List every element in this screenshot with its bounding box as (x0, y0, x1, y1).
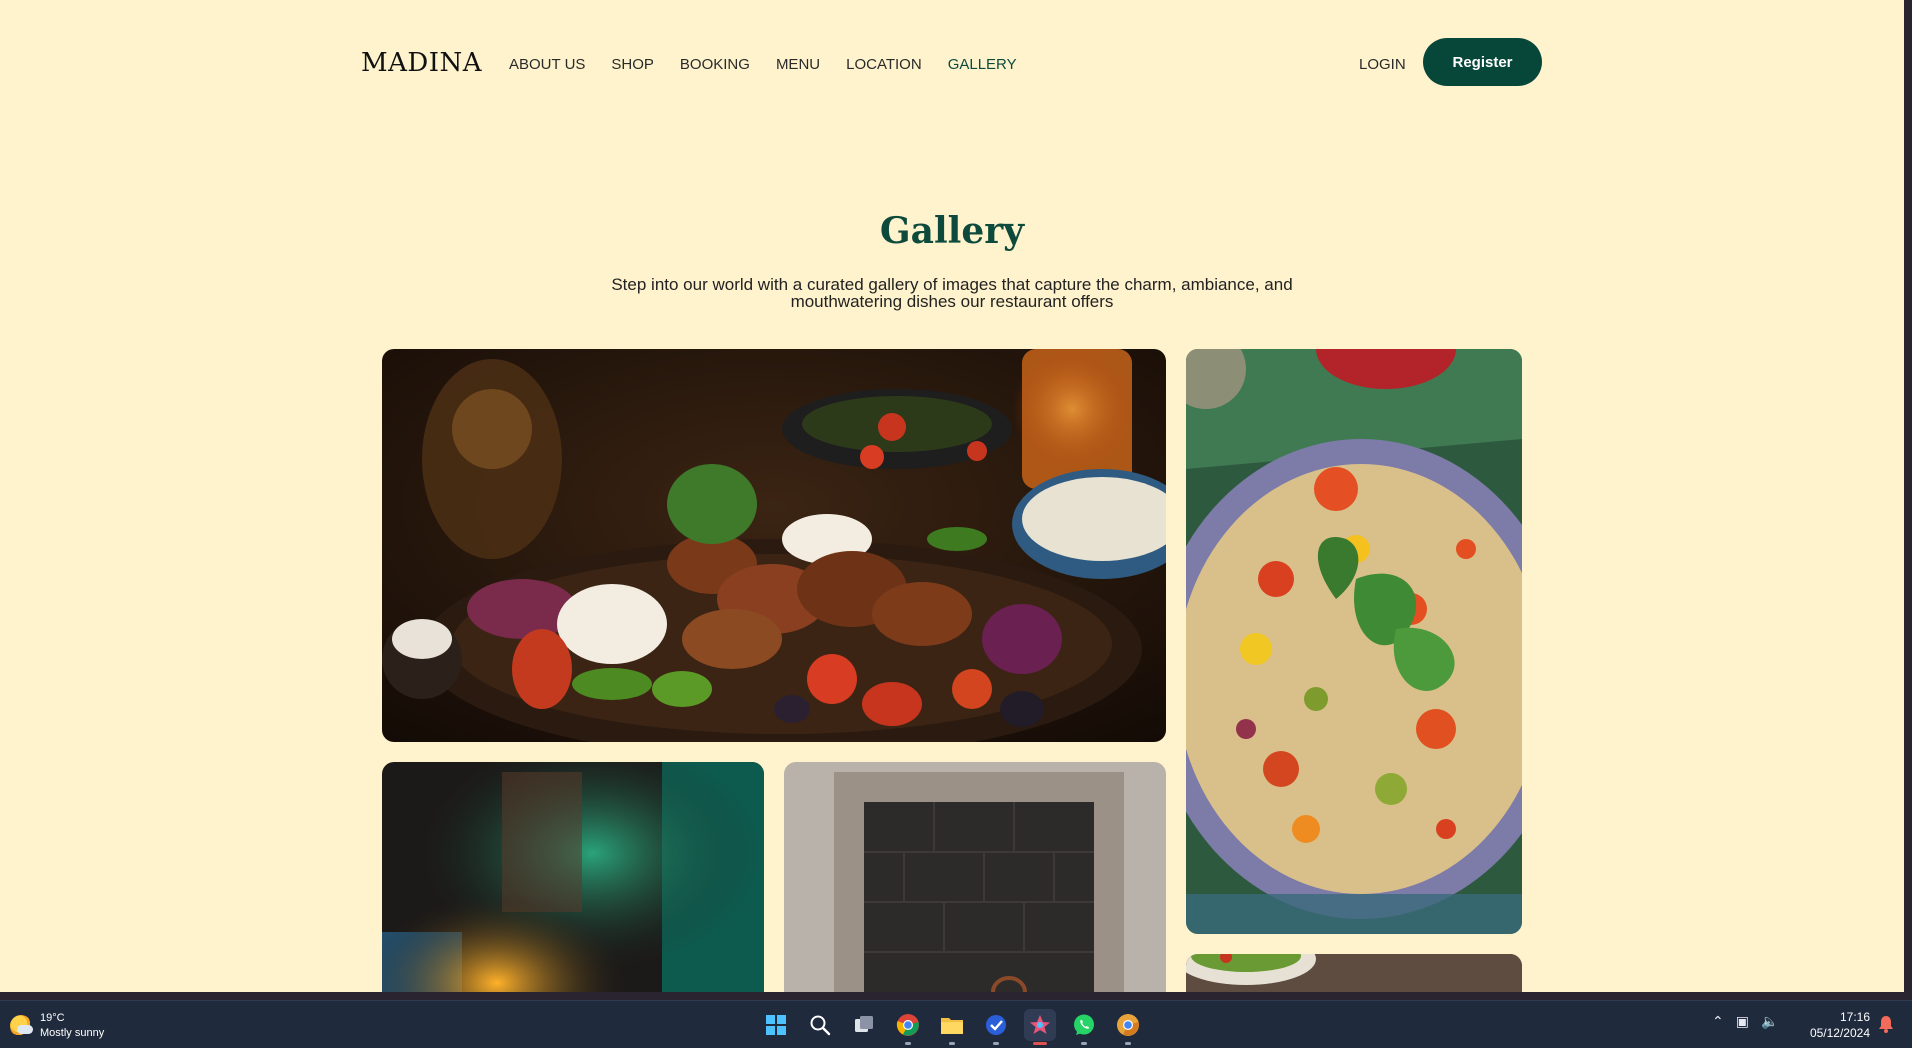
clock[interactable]: 17:16 05/12/2024 (1800, 1009, 1870, 1041)
site-logo[interactable]: MADINA (361, 48, 482, 78)
task-view-icon[interactable] (848, 1009, 880, 1041)
chrome-icon[interactable] (892, 1009, 924, 1045)
window-border (0, 992, 1912, 1000)
nav-menu[interactable]: MENU (776, 56, 820, 73)
clock-date: 05/12/2024 (1809, 1026, 1870, 1040)
start-icon[interactable] (760, 1009, 792, 1041)
page-scrollbar[interactable] (1904, 0, 1912, 992)
chevron-up-icon[interactable]: ⌃ (1712, 1013, 1724, 1030)
stone-fireplace-image[interactable] (784, 762, 1166, 992)
page-title: Gallery (879, 210, 1025, 252)
weather-widget[interactable]: 19°C Mostly sunny (10, 1011, 104, 1041)
taskbar-apps (760, 1009, 1144, 1045)
subtitle-line-2: mouthwatering dishes our restaurant offe… (790, 292, 1114, 311)
volume-icon[interactable]: 🔈 (1761, 1013, 1778, 1030)
register-button[interactable]: Register (1423, 38, 1542, 86)
nav-gallery[interactable]: GALLERY (948, 56, 1017, 73)
search-icon[interactable] (804, 1009, 836, 1041)
notification-bell-icon[interactable] (1878, 1015, 1894, 1038)
clock-time: 17:16 (1839, 1010, 1870, 1024)
nav-shop[interactable]: SHOP (611, 56, 654, 73)
whatsapp-icon[interactable] (1068, 1009, 1100, 1045)
blurred-interior-image[interactable] (382, 762, 764, 992)
weather-sun-icon (10, 1015, 33, 1037)
grilled-kebab-platter-image[interactable] (382, 349, 1166, 742)
browser-page: MADINA ABOUT US SHOP BOOKING MENU LOCATI… (0, 0, 1904, 992)
todo-icon[interactable] (980, 1009, 1012, 1045)
page-subtitle: Step into our world with a curated galle… (596, 276, 1308, 310)
chrome-canary-icon[interactable] (1112, 1009, 1144, 1045)
network-icon[interactable]: ▣ (1736, 1013, 1749, 1030)
weather-desc: Mostly sunny (40, 1027, 105, 1039)
paint-icon[interactable] (1024, 1009, 1056, 1045)
nav-about-us[interactable]: ABOUT US (509, 56, 585, 73)
taskbar: 19°C Mostly sunny ⌃ ▣ 🔈 17:16 05/12/2024 (0, 1000, 1912, 1048)
nav-location[interactable]: LOCATION (846, 56, 922, 73)
system-tray: ⌃ ▣ 🔈 (1712, 1013, 1778, 1030)
file-explorer-icon[interactable] (936, 1009, 968, 1045)
couscous-salad-image[interactable] (1186, 349, 1522, 934)
login-link[interactable]: LOGIN (1359, 56, 1406, 73)
main-nav: ABOUT US SHOP BOOKING MENU LOCATION GALL… (509, 56, 1043, 73)
nav-booking[interactable]: BOOKING (680, 56, 750, 73)
table-dish-image[interactable] (1186, 954, 1522, 992)
weather-temp: 19°C (40, 1012, 65, 1024)
